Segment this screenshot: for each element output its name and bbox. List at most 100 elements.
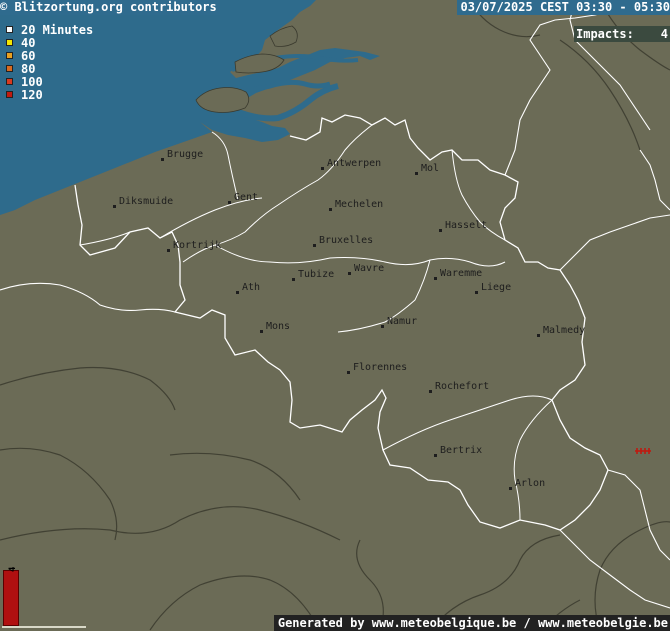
city-marker: [381, 325, 384, 328]
legend-swatch: [6, 65, 13, 72]
national-border: [74, 114, 609, 531]
city-malmedy: Malmedy: [537, 325, 585, 337]
lightning-strike: [647, 448, 651, 454]
city-brugge: Brugge: [161, 149, 203, 161]
city-marker: [228, 201, 231, 204]
city-label: Mechelen: [335, 199, 383, 210]
city-hasselt: Hasselt: [439, 220, 487, 232]
legend-item: 80: [6, 61, 93, 76]
legend-label: 120: [21, 87, 43, 102]
city-label: Gent: [234, 192, 258, 203]
city-marker: [415, 172, 418, 175]
city-label: Bruxelles: [319, 235, 373, 246]
city-label: Waremme: [440, 268, 482, 279]
city-arlon: Arlon: [509, 478, 545, 490]
strike-layer: [635, 448, 651, 454]
city-marker: [321, 167, 324, 170]
city-tubize: Tubize: [292, 269, 334, 281]
city-mol: Mol: [415, 163, 439, 175]
city-marker: [161, 158, 164, 161]
city-marker: [260, 330, 263, 333]
city-marker: [439, 229, 442, 232]
city-marker: [537, 334, 540, 337]
city-marker: [434, 277, 437, 280]
city-label: Brugge: [167, 149, 203, 160]
city-mons: Mons: [260, 321, 290, 333]
city-marker: [348, 272, 351, 275]
city-kortrijk: Kortrijk: [167, 240, 221, 252]
legend-label: 20 Minutes: [21, 22, 94, 37]
legend-label: 100: [21, 74, 43, 89]
city-marker: [236, 291, 239, 294]
province-borders: [79, 124, 553, 521]
legend-label: 40: [21, 35, 36, 50]
city-marker: [167, 249, 170, 252]
impacts-counter: Impacts: 4: [574, 26, 670, 42]
lightning-strike: [643, 448, 647, 454]
city-label: Mons: [266, 321, 290, 332]
impacts-value: 4: [660, 27, 668, 41]
impact-histogram: 4: [2, 566, 86, 628]
legend-swatch: [6, 78, 13, 85]
histogram-bar: [3, 570, 19, 626]
city-wavre: Wavre: [348, 263, 384, 275]
city-label: Antwerpen: [327, 158, 381, 169]
map-canvas: Brugge Antwerpen Mol Diksmuide Gent Mechelen H…: [0, 0, 670, 631]
legend-swatch: [6, 39, 13, 46]
copyright-label: © Blitzortung.org contributors: [0, 0, 220, 15]
city-label: Liege: [481, 282, 511, 293]
city-marker: [434, 454, 437, 457]
city-ath: Ath: [236, 282, 260, 294]
city-marker: [429, 390, 432, 393]
city-mechelen: Mechelen: [329, 199, 383, 211]
city-label: Bertrix: [440, 445, 482, 456]
legend-label: 80: [21, 61, 36, 76]
city-bruxelles: Bruxelles: [313, 235, 373, 247]
city-marker: [475, 291, 478, 294]
legend-swatch: [6, 52, 13, 59]
city-diksmuide: Diksmuide: [113, 196, 173, 208]
city-marker: [509, 487, 512, 490]
city-label: Rochefort: [435, 381, 489, 392]
legend-item: 60: [6, 48, 93, 63]
city-namur: Namur: [381, 316, 417, 328]
impacts-label: Impacts:: [576, 27, 634, 41]
legend-item: 40: [6, 35, 93, 50]
histogram-count: 4: [8, 566, 18, 572]
legend-swatch: [6, 26, 13, 33]
generator-credit: Generated by www.meteobelgique.be / www.…: [273, 615, 670, 631]
city-marker: [113, 205, 116, 208]
age-legend: 20 Minutes 40 60 80 100 120: [6, 22, 94, 102]
lightning-map-view: Brugge Antwerpen Mol Diksmuide Gent Mechelen H…: [0, 0, 670, 631]
city-liege: Liege: [475, 282, 511, 294]
lightning-strike: [635, 448, 639, 454]
histogram-baseline: [2, 626, 86, 628]
city-marker: [329, 208, 332, 211]
city-label: Hasselt: [445, 220, 487, 231]
city-bertrix: Bertrix: [434, 445, 482, 457]
city-antwerpen: Antwerpen: [321, 158, 381, 170]
legend-item: 120: [6, 87, 93, 102]
city-label: Malmedy: [543, 325, 585, 336]
city-label: Namur: [387, 316, 417, 327]
city-label: Florennes: [353, 362, 407, 373]
legend-item: 100: [6, 74, 93, 89]
legend-item: 20 Minutes: [6, 22, 94, 37]
city-layer: Brugge Antwerpen Mol Diksmuide Gent Mechelen H…: [113, 149, 585, 490]
lightning-strike: [639, 448, 643, 454]
city-label: Mol: [421, 163, 439, 174]
legend-label: 60: [21, 48, 36, 63]
city-marker: [347, 371, 350, 374]
city-marker: [292, 278, 295, 281]
time-range-label: 03/07/2025 CEST 03:30 - 05:30: [457, 0, 670, 15]
city-label: Kortrijk: [173, 240, 221, 251]
city-label: Ath: [242, 282, 260, 293]
city-florennes: Florennes: [347, 362, 407, 374]
city-marker: [313, 244, 316, 247]
city-waremme: Waremme: [434, 268, 482, 280]
city-label: Wavre: [354, 263, 384, 274]
city-rochefort: Rochefort: [429, 381, 489, 393]
city-label: Tubize: [298, 269, 334, 280]
legend-swatch: [6, 91, 13, 98]
city-label: Arlon: [515, 478, 545, 489]
